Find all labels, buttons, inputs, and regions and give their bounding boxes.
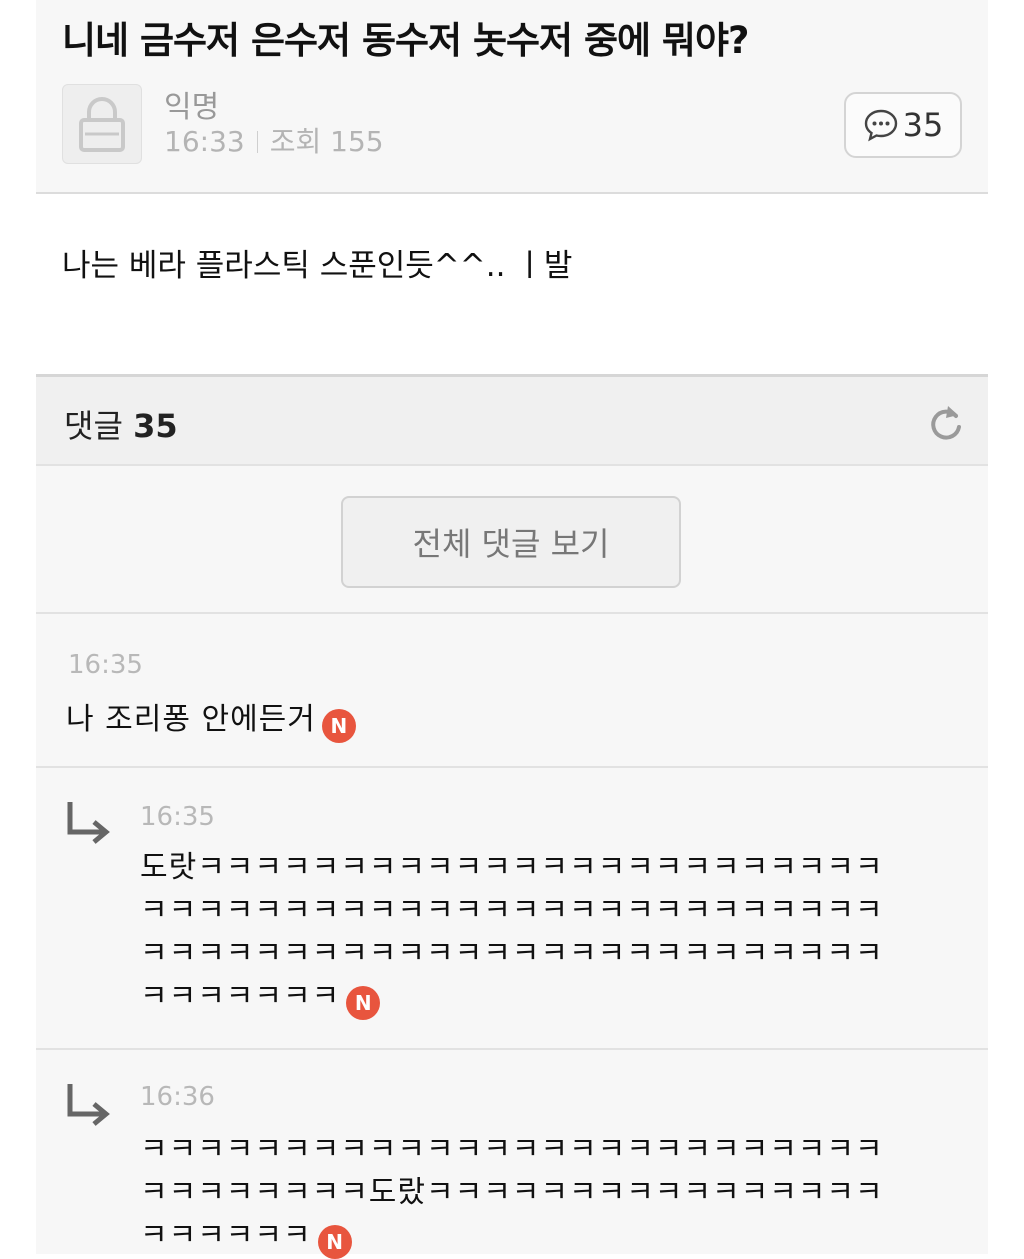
post-body: 나는 베라 플라스틱 스푼인듯^^.. ㅣ발 xyxy=(36,194,988,374)
reply-item: 16:36 ㅋㅋㅋㅋㅋㅋㅋㅋㅋㅋㅋㅋㅋㅋㅋㅋㅋㅋㅋㅋㅋㅋㅋㅋㅋㅋㅋㅋㅋㅋㅋㅋㅋㅋ… xyxy=(36,1050,988,1259)
view-all-section: 전체 댓글 보기 xyxy=(36,466,988,614)
comment-text: 도랏ㅋㅋㅋㅋㅋㅋㅋㅋㅋㅋㅋㅋㅋㅋㅋㅋㅋㅋㅋㅋㅋㅋㅋㅋㅋㅋㅋㅋㅋㅋㅋㅋㅋㅋㅋㅋㅋㅋ… xyxy=(140,850,884,1014)
refresh-icon[interactable] xyxy=(926,403,966,443)
comment-text-row: 도랏ㅋㅋㅋㅋㅋㅋㅋㅋㅋㅋㅋㅋㅋㅋㅋㅋㅋㅋㅋㅋㅋㅋㅋㅋㅋㅋㅋㅋㅋㅋㅋㅋㅋㅋㅋㅋㅋㅋ… xyxy=(140,846,910,1020)
comment-time: 16:35 xyxy=(140,802,215,832)
comment-text: 나 조리퐁 안에든거 xyxy=(66,702,316,737)
lock-icon xyxy=(79,97,125,152)
comments-label: 댓글 35 xyxy=(64,401,178,447)
avatar xyxy=(62,84,142,164)
reply-item: 16:35 도랏ㅋㅋㅋㅋㅋㅋㅋㅋㅋㅋㅋㅋㅋㅋㅋㅋㅋㅋㅋㅋㅋㅋㅋㅋㅋㅋㅋㅋㅋㅋㅋㅋ… xyxy=(36,768,988,1050)
reply-arrow-icon xyxy=(67,802,110,844)
new-badge: N xyxy=(346,986,381,1020)
comment-time: 16:35 xyxy=(68,650,143,680)
comments-title: 댓글 xyxy=(64,407,123,445)
meta-divider xyxy=(256,131,258,153)
post-time: 16:33 xyxy=(164,125,245,158)
post-content: 나는 베라 플라스틱 스푼인듯^^.. ㅣ발 xyxy=(62,248,573,284)
comments-count: 35 xyxy=(133,407,178,445)
comment-item: 16:35 나 조리퐁 안에든거 N xyxy=(36,614,988,768)
post-title: 니네 금수저 은수저 동수저 놋수저 중에 뭐야? xyxy=(62,19,749,62)
comment-time: 16:36 xyxy=(140,1082,215,1112)
comment-count: 35 xyxy=(902,106,944,144)
post-page: 니네 금수저 은수저 동수저 놋수저 중에 뭐야? 익명 16:33 조회 155… xyxy=(36,0,988,1259)
post-header: 니네 금수저 은수저 동수저 놋수저 중에 뭐야? 익명 16:33 조회 155… xyxy=(36,0,988,194)
comment-text-row: 나 조리퐁 안에든거 N xyxy=(66,698,836,743)
post-meta: 16:33 조회 155 xyxy=(164,120,384,160)
view-count: 조회 155 xyxy=(269,125,384,158)
comment-text-row: ㅋㅋㅋㅋㅋㅋㅋㅋㅋㅋㅋㅋㅋㅋㅋㅋㅋㅋㅋㅋㅋㅋㅋㅋㅋㅋㅋㅋㅋㅋㅋㅋㅋㅋ도랐ㅋㅋㅋㅋ… xyxy=(140,1128,910,1259)
comment-count-button[interactable]: 35 xyxy=(844,92,962,158)
comment-text: ㅋㅋㅋㅋㅋㅋㅋㅋㅋㅋㅋㅋㅋㅋㅋㅋㅋㅋㅋㅋㅋㅋㅋㅋㅋㅋㅋㅋㅋㅋㅋㅋㅋㅋ도랐ㅋㅋㅋㅋ… xyxy=(140,1132,884,1253)
new-badge: N xyxy=(321,709,356,743)
comments-header: 댓글 35 xyxy=(36,374,988,466)
view-all-comments-button[interactable]: 전체 댓글 보기 xyxy=(341,496,681,588)
speech-bubble-icon xyxy=(864,109,897,142)
reply-arrow-icon xyxy=(67,1084,110,1126)
